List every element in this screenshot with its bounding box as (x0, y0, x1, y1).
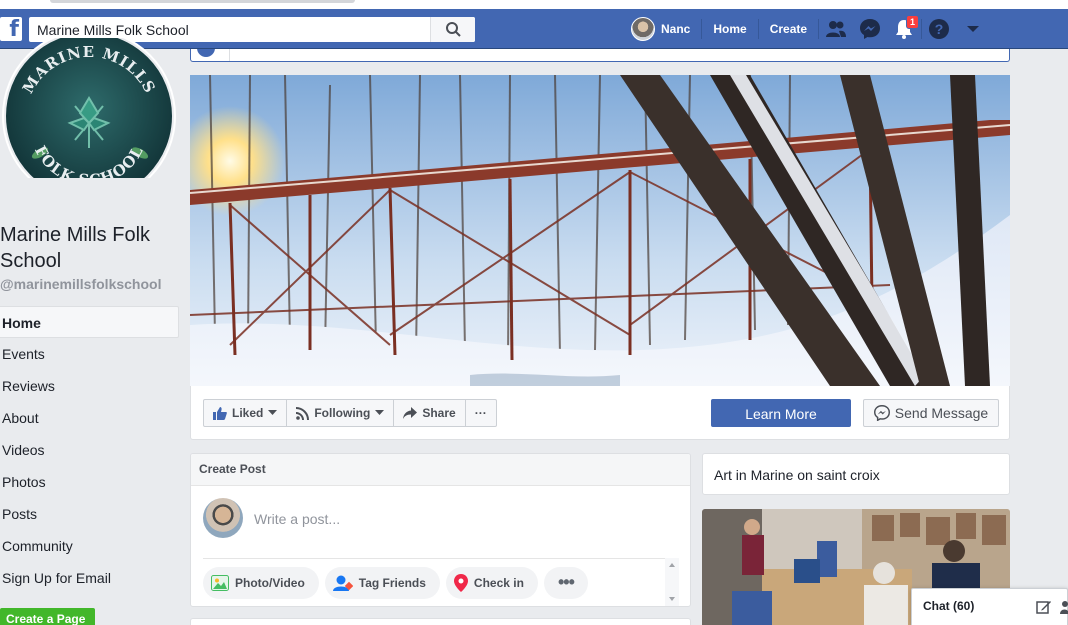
page-profile-picture[interactable]: MARINE MILLS FOLK SCHOOL (0, 29, 178, 203)
page-nav-reviews[interactable]: Reviews (0, 370, 179, 402)
page-nav-photos[interactable]: Photos (0, 466, 179, 498)
account-menu-button[interactable] (956, 9, 990, 49)
notification-badge: 1 (906, 15, 920, 29)
notice-icon (197, 49, 215, 57)
create-page-button[interactable]: Create a Page (0, 608, 95, 625)
home-link[interactable]: Home (702, 18, 757, 40)
right-column-title[interactable]: Art in Marine on saint croix (702, 453, 1010, 495)
liked-label: Liked (232, 406, 264, 420)
tag-friends-label: Tag Friends (358, 575, 426, 590)
profile-link[interactable]: Nanc (620, 17, 701, 41)
check-in-label: Check in (473, 575, 524, 590)
page-nav-community[interactable]: Community (0, 530, 179, 562)
notice-bar (190, 49, 1010, 62)
create-post-actions: Photo/Video Tag Friends Check in ••• (203, 558, 677, 606)
page-button-group: Liked Following Share ··· (203, 399, 497, 427)
profile-name: Nanc (661, 22, 691, 36)
messenger-icon (873, 405, 890, 421)
page-nav-about[interactable]: About (0, 402, 179, 434)
scrollbar-arrows (665, 558, 679, 606)
page-navigation: Home Events Reviews About Videos Photos … (0, 306, 179, 594)
search-icon (446, 22, 461, 37)
browser-top-strip (0, 0, 1068, 9)
create-link[interactable]: Create (759, 18, 818, 40)
send-message-label: Send Message (894, 405, 989, 421)
page-nav-signup-email[interactable]: Sign Up for Email (0, 562, 179, 594)
location-pin-icon (453, 573, 468, 592)
svg-text:?: ? (935, 21, 944, 37)
thumbs-up-icon (213, 406, 227, 420)
scrollbar[interactable] (665, 558, 679, 606)
top-nav-right: Nanc Home Create 1 ? (620, 9, 990, 49)
liked-button[interactable]: Liked (204, 400, 288, 426)
write-post-input[interactable]: Write a post... (254, 511, 340, 527)
photo-icon (211, 574, 229, 591)
caret-down-icon (967, 26, 980, 32)
tab-shadow (50, 0, 355, 3)
following-button[interactable]: Following (287, 400, 395, 426)
contacts-icon[interactable] (1060, 599, 1068, 615)
caret-down-icon (375, 410, 385, 415)
photo-video-button[interactable]: Photo/Video (203, 566, 319, 599)
next-post-card (190, 618, 691, 625)
notifications-button[interactable]: 1 (887, 9, 921, 49)
create-post-card: Create Post Write a post... Photo/Video … (190, 453, 691, 607)
following-label: Following (314, 406, 371, 420)
page-handle[interactable]: @marinemillsfolkschool (0, 276, 161, 292)
messenger-icon (860, 19, 881, 39)
friend-requests-button[interactable] (819, 9, 853, 49)
help-icon: ? (929, 19, 950, 39)
create-post-title: Create Post (191, 454, 690, 486)
more-post-options-button[interactable]: ••• (543, 566, 588, 599)
search-button[interactable] (430, 17, 475, 42)
share-button[interactable]: Share (394, 400, 466, 426)
chat-label: Chat (60) (923, 599, 975, 613)
page-nav-events[interactable]: Events (0, 338, 179, 370)
friends-icon (826, 21, 847, 37)
notice-divider (229, 49, 969, 61)
more-dots-icon: ··· (474, 406, 487, 420)
avatar (203, 498, 243, 538)
page-action-bar: Liked Following Share ··· Learn More Sen… (190, 386, 1010, 440)
caret-down-icon (268, 410, 278, 415)
learn-more-button[interactable]: Learn More (711, 399, 851, 427)
avatar (631, 17, 655, 41)
tag-friends-button[interactable]: Tag Friends (324, 566, 440, 599)
chat-bar[interactable]: Chat (60) (911, 588, 1068, 625)
messenger-button[interactable] (853, 9, 887, 49)
check-in-button[interactable]: Check in (445, 566, 538, 599)
folk-school-logo: MARINE MILLS FOLK SCHOOL (2, 29, 176, 203)
page-title[interactable]: Marine Mills Folk School (0, 222, 178, 274)
compose-icon[interactable] (1036, 599, 1052, 615)
cover-photo[interactable] (190, 75, 1010, 386)
share-label: Share (422, 406, 456, 420)
page-nav-videos[interactable]: Videos (0, 434, 179, 466)
share-arrow-icon (403, 407, 418, 419)
page-nav-posts[interactable]: Posts (0, 498, 179, 530)
cover-image-winter-bridge (190, 75, 1010, 386)
more-options-button[interactable]: ··· (466, 400, 496, 426)
page-nav-home[interactable]: Home (0, 306, 179, 338)
send-message-button[interactable]: Send Message (863, 399, 999, 427)
help-button[interactable]: ? (922, 9, 956, 49)
tag-friends-icon (332, 575, 353, 591)
photo-video-label: Photo/Video (235, 575, 305, 590)
rss-icon (296, 406, 310, 420)
